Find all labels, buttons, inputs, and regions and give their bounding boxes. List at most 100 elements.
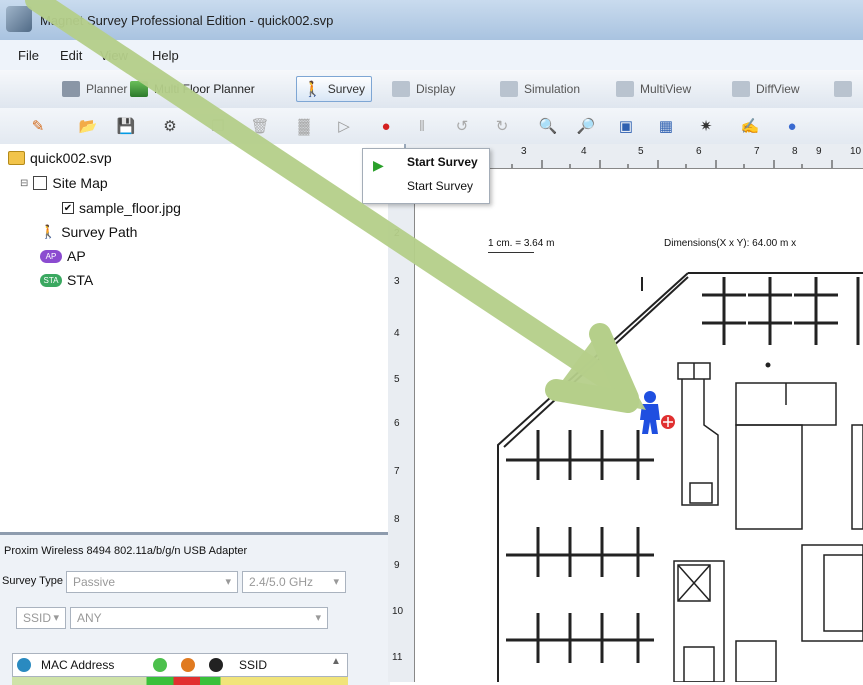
survey-type-value: Passive [73, 575, 116, 589]
ruler-label: 5 [394, 374, 400, 385]
ruler-label: 11 [392, 652, 403, 663]
mode-multiview[interactable]: MultiView [610, 76, 697, 102]
mode-label: Multi Floor Planner [154, 82, 255, 96]
column-ssid[interactable]: SSID [239, 658, 267, 672]
tree-item-label: Site Map [52, 175, 108, 191]
tree-item-site-map[interactable]: ⊟ Site Map [20, 175, 108, 191]
tree-item-survey-path[interactable]: 🚶 Survey Path [40, 224, 137, 240]
open-folder-icon[interactable]: 📂 [78, 116, 98, 136]
scale-bar [488, 252, 534, 253]
filter-field-value: SSID [23, 611, 52, 625]
pen-icon[interactable]: ✎ [28, 116, 48, 136]
survey-type-label: Survey Type [2, 575, 63, 587]
black-status-icon [209, 658, 223, 672]
tooltip-title: Start Survey [407, 155, 478, 169]
project-tree-panel: quick002.svp ⊟ Site Map ✔ sample_floor.j… [0, 144, 406, 532]
menu-view[interactable]: View [100, 48, 128, 63]
mode-toolbar: Planner Multi Floor Planner 🚶 Survey Dis… [0, 70, 863, 109]
walking-person-icon: 🚶 [40, 224, 57, 239]
menu-edit[interactable]: Edit [60, 48, 82, 63]
survey-type-select[interactable]: Passive ▾ [66, 571, 238, 593]
ruler-label: 10 [392, 606, 404, 617]
surveyor-marker-icon[interactable] [636, 390, 680, 438]
mode-diffview[interactable]: DiffView [726, 76, 806, 102]
band-value: 2.4/5.0 GHz [249, 575, 314, 589]
chevron-down-icon: ▾ [333, 576, 339, 588]
menu-file[interactable]: File [18, 48, 39, 63]
save-icon[interactable]: 💾 [116, 116, 136, 136]
sta-badge-icon: STA [40, 273, 62, 287]
tree-item-sta[interactable]: STA STA [40, 272, 93, 288]
fit-icon[interactable]: ▣ [616, 116, 636, 136]
zoom-in-icon[interactable]: 🔍 [538, 116, 558, 136]
mode-planner[interactable]: Planner [56, 76, 133, 102]
scroll-up-icon[interactable]: ▲ [331, 656, 341, 667]
mode-more[interactable] [828, 76, 858, 102]
mode-multi-floor-planner[interactable]: Multi Floor Planner [124, 76, 261, 102]
multi-floor-icon [130, 81, 148, 97]
tree-item-label: AP [67, 248, 86, 264]
mode-survey[interactable]: 🚶 Survey [296, 76, 373, 102]
tree-item-label: STA [67, 272, 94, 288]
chevron-down-icon: ▾ [53, 612, 59, 624]
band-select[interactable]: 2.4/5.0 GHz ▾ [242, 571, 346, 593]
ruler-label: 4 [394, 328, 400, 339]
play-icon[interactable]: ▷ [334, 116, 354, 136]
mode-label: DiffView [756, 82, 800, 96]
display-icon [392, 81, 410, 97]
menu-bar: File Edit View Help [0, 40, 863, 70]
mode-label: Display [416, 82, 456, 96]
vertical-ruler: 2 3 4 5 6 7 8 9 10 11 [388, 168, 415, 682]
multiview-icon [616, 81, 634, 97]
redo-icon[interactable]: ↻ [492, 116, 512, 136]
edit-icon[interactable]: ✍ [740, 116, 760, 136]
ruler-label: 2 [394, 228, 400, 239]
mode-display[interactable]: Display [386, 76, 461, 102]
ap-list-header: MAC Address SSID ▲ [12, 653, 348, 677]
pause-icon[interactable]: ‖ [412, 116, 432, 136]
scale-label: 1 cm. = 3.64 m [488, 238, 555, 249]
bar-chart-icon[interactable]: ▓ [294, 116, 314, 136]
ruler-label: 3 [394, 276, 400, 287]
collapse-icon[interactable]: ⊟ [20, 178, 28, 189]
signal-icon [17, 658, 31, 672]
checkbox-checked-icon[interactable]: ✔ [62, 202, 74, 214]
settings-icon[interactable]: ⚙ [160, 116, 180, 136]
action-toolbar: ✎ 📂 💾 ⚙ ❐ 🗑 ▓ ▷ ● ‖ ↺ ↻ 🔍 🔎 ▣ ▦ ✷ ✍ ● [0, 108, 863, 145]
mode-label: MultiView [640, 82, 692, 96]
ruler-label: 9 [816, 146, 822, 157]
filter-field-select[interactable]: SSID ▾ [16, 607, 66, 629]
ruler-label: 6 [394, 418, 400, 429]
ruler-label: 3 [521, 146, 527, 157]
filter-value: ANY [77, 611, 102, 625]
grid-icon[interactable]: ▦ [656, 116, 676, 136]
tree-root[interactable]: quick002.svp [8, 150, 112, 166]
folder-icon [8, 151, 25, 165]
play-icon: ▶ [373, 157, 384, 173]
trash-icon[interactable]: 🗑 [250, 116, 270, 136]
column-mac-address[interactable]: MAC Address [41, 658, 114, 672]
more-icon [834, 81, 852, 97]
zoom-out-icon[interactable]: 🔎 [576, 116, 596, 136]
mode-simulation[interactable]: Simulation [494, 76, 586, 102]
walker-icon[interactable]: ✷ [696, 116, 716, 136]
orange-status-icon [181, 658, 195, 672]
undo-icon[interactable]: ↺ [452, 116, 472, 136]
copy-icon[interactable]: ❐ [208, 116, 228, 136]
simulation-icon [500, 81, 518, 97]
tree-item-ap[interactable]: AP AP [40, 248, 86, 264]
globe-icon[interactable]: ● [782, 116, 802, 136]
mode-label: Simulation [524, 82, 581, 96]
ruler-label: 5 [638, 146, 644, 157]
tree-item-label: Survey Path [61, 224, 138, 240]
walking-person-icon: 🚶 [303, 81, 322, 98]
menu-help[interactable]: Help [152, 48, 179, 63]
ruler-label: 9 [394, 560, 400, 571]
chevron-down-icon: ▾ [225, 576, 231, 588]
tree-item-floor-image[interactable]: ✔ sample_floor.jpg [62, 200, 181, 216]
filter-value-select[interactable]: ANY ▾ [70, 607, 328, 629]
ruler-label: 7 [394, 466, 400, 477]
stop-icon[interactable]: ● [376, 116, 396, 136]
site-map-icon [33, 176, 48, 190]
ap-list-row[interactable] [12, 677, 348, 685]
